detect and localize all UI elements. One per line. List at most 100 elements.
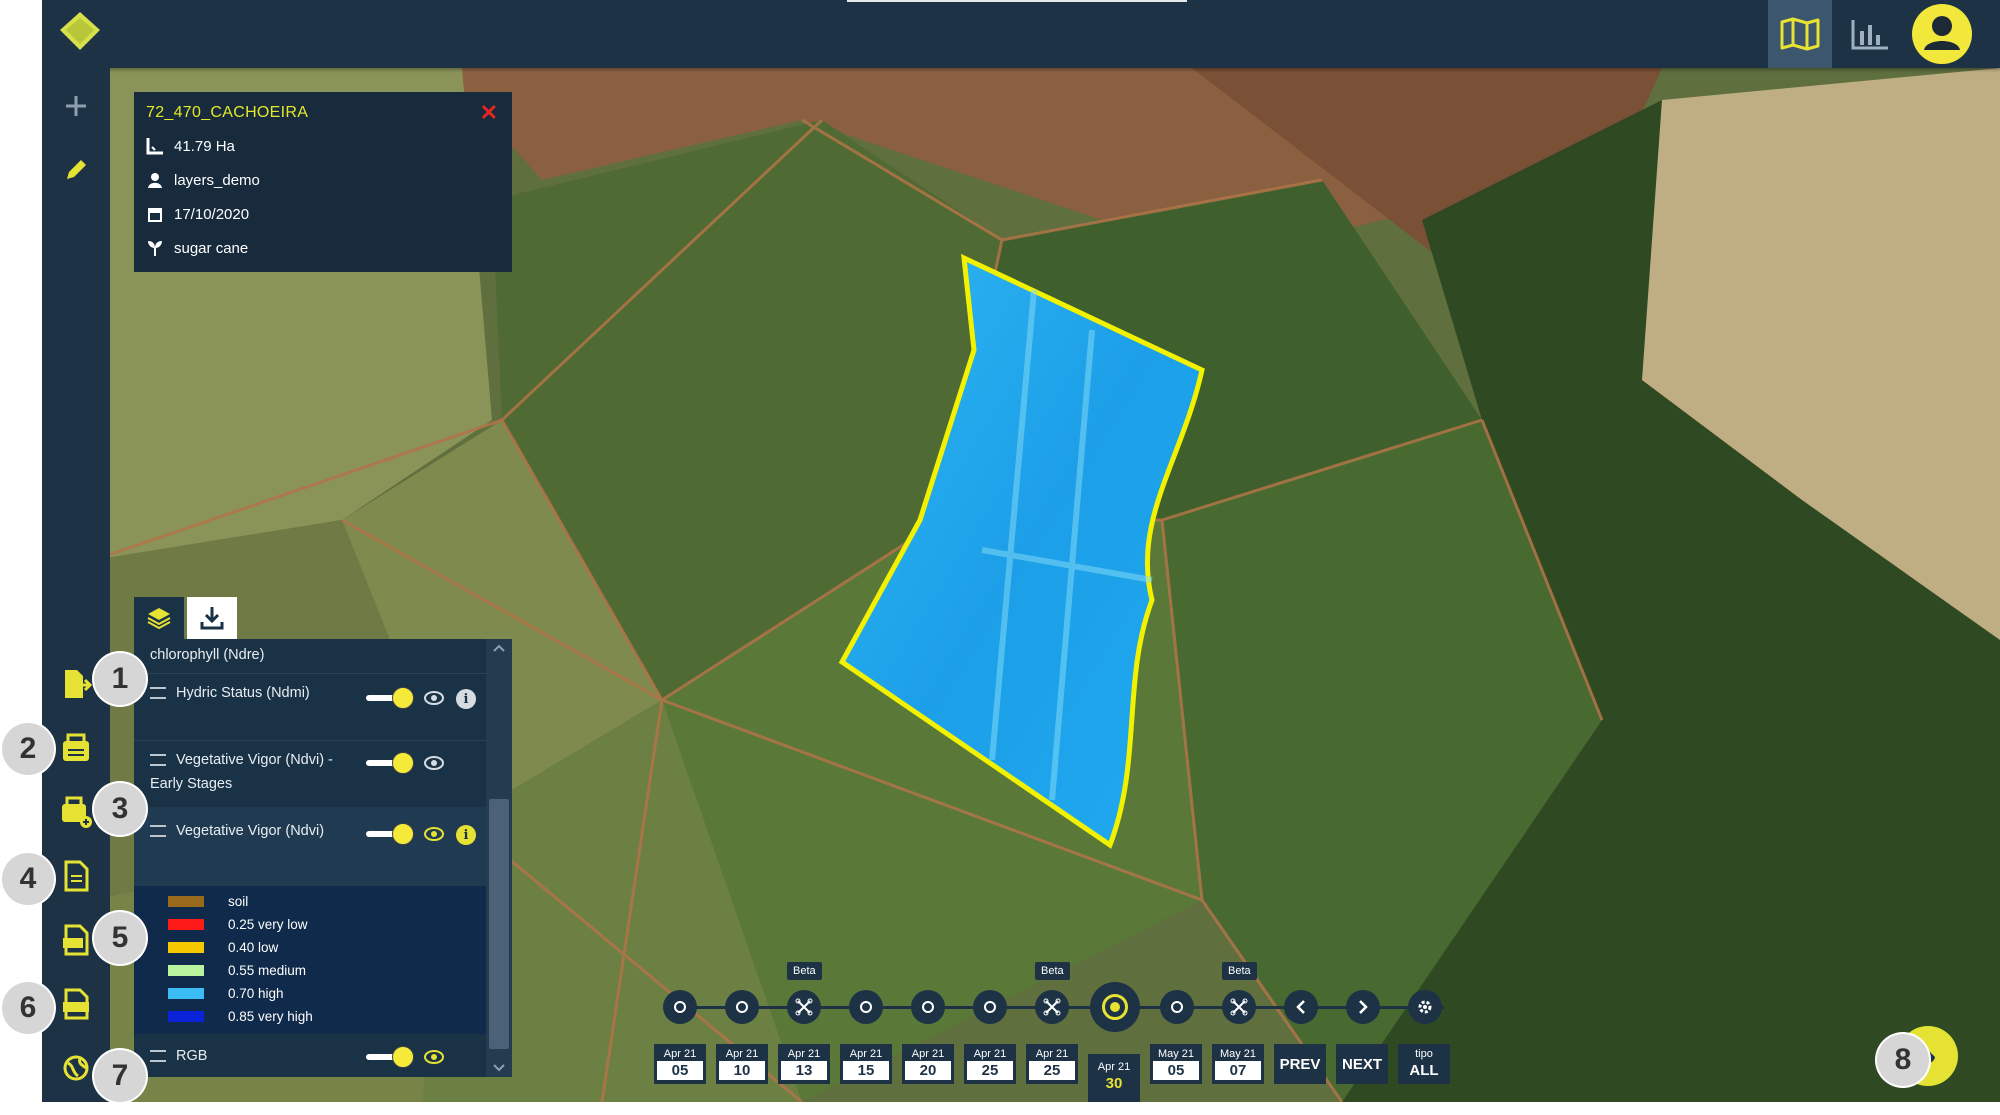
info-icon[interactable]: i	[456, 689, 476, 709]
scroll-up-icon[interactable]	[492, 643, 506, 653]
timeline-node-drone[interactable]	[787, 990, 821, 1024]
timeline-node-satellite[interactable]	[849, 990, 883, 1024]
field-area: 41.79 Ha	[174, 137, 235, 155]
tab-download[interactable]	[187, 597, 237, 639]
field-area-row: 41.79 Ha	[146, 137, 235, 155]
user-avatar-button[interactable]	[1912, 4, 1972, 64]
user-icon	[148, 173, 162, 188]
map-view-button[interactable]	[1768, 0, 1832, 68]
type-filter-button[interactable]: tipo ALL	[1398, 1044, 1450, 1084]
timeline-node-satellite[interactable]	[1160, 990, 1194, 1024]
legend-item: 0.40 low	[168, 940, 278, 955]
chevron-left-icon	[1296, 1000, 1305, 1014]
drag-handle-icon[interactable]	[150, 754, 166, 767]
timeline-settings-button[interactable]	[1408, 990, 1442, 1024]
date-tile[interactable]: Apr 21 15	[840, 1044, 892, 1084]
legend-label: 0.85 very high	[228, 1009, 313, 1024]
date-tile[interactable]: Apr 21 20	[902, 1044, 954, 1084]
drag-handle-icon[interactable]	[150, 1050, 166, 1063]
date-tile[interactable]: May 21 07	[1212, 1044, 1264, 1084]
legend-label: 0.40 low	[228, 940, 279, 955]
field-crop-row: sugar cane	[146, 239, 248, 257]
date-tile-selected[interactable]: Apr 21 30	[1088, 1054, 1140, 1102]
legend-swatch	[168, 896, 204, 907]
export-xls-button[interactable]	[52, 916, 100, 964]
beta-badge: Beta	[787, 962, 822, 980]
layer-toggle[interactable]	[366, 1046, 414, 1068]
sprout-icon	[148, 241, 162, 256]
legend-label: 0.55 medium	[228, 963, 307, 978]
layer-panel: chlorophyll (Ndre) Hydric Status (Ndmi) …	[134, 597, 512, 1077]
layer-toggle[interactable]	[366, 823, 414, 845]
info-icon[interactable]: i	[456, 825, 476, 845]
report-add-button[interactable]	[52, 788, 100, 836]
legend-swatch	[168, 965, 204, 976]
eye-icon[interactable]	[424, 1050, 444, 1064]
layer-toggle[interactable]	[366, 752, 414, 774]
app-logo-icon[interactable]	[58, 10, 102, 54]
layer-item-hydric-status[interactable]: Hydric Status (Ndmi) i	[134, 673, 486, 741]
layer-name: Vegetative Vigor (Ndvi)	[150, 819, 360, 843]
document-button[interactable]	[52, 852, 100, 900]
json-icon	[63, 988, 89, 1020]
globe-button[interactable]	[52, 1044, 100, 1092]
layer-item-vigor-early[interactable]: Vegetative Vigor (Ndvi) - Early Stages	[134, 740, 486, 808]
export-json-button[interactable]	[52, 980, 100, 1028]
callout-badge-6: 6	[2, 982, 54, 1034]
export-file-button[interactable]	[52, 660, 100, 708]
legend-label: soil	[228, 894, 249, 909]
plus-icon	[66, 96, 86, 116]
legend-item: 0.85 very high	[168, 1009, 313, 1024]
report-button[interactable]	[52, 724, 100, 772]
timeline-node-satellite[interactable]	[725, 990, 759, 1024]
date-tile[interactable]: May 21 05	[1150, 1044, 1202, 1084]
layer-list: chlorophyll (Ndre) Hydric Status (Ndmi) …	[134, 639, 512, 1077]
layer-item-partial[interactable]: chlorophyll (Ndre)	[134, 639, 486, 674]
add-field-button[interactable]	[52, 82, 100, 130]
timeline-node-satellite[interactable]	[973, 990, 1007, 1024]
timeline-node-drone[interactable]	[1035, 990, 1069, 1024]
layer-name: chlorophyll (Ndre)	[150, 647, 265, 663]
area-icon	[146, 138, 163, 155]
layer-item-rgb[interactable]: RGB	[134, 1034, 486, 1077]
beta-badge: Beta	[1222, 962, 1257, 980]
layer-label: RGB	[176, 1048, 208, 1064]
timeline-node-satellite[interactable]	[911, 990, 945, 1024]
edit-field-button[interactable]	[52, 146, 100, 194]
scrollbar-thumb[interactable]	[489, 799, 509, 1049]
eye-icon[interactable]	[424, 691, 444, 705]
scroll-down-icon[interactable]	[492, 1063, 506, 1073]
prev-button[interactable]: PREV	[1274, 1044, 1326, 1084]
field-title: 72_470_CACHOEIRA	[146, 104, 309, 121]
timeline-node-satellite[interactable]	[663, 990, 697, 1024]
callout-badge-3: 3	[94, 783, 146, 835]
beta-badge: Beta	[1035, 962, 1070, 980]
next-arrow-button[interactable]	[1346, 990, 1380, 1024]
drag-handle-icon[interactable]	[150, 687, 166, 700]
next-button[interactable]: NEXT	[1336, 1044, 1388, 1084]
drag-handle-icon[interactable]	[150, 825, 166, 838]
field-crop: sugar cane	[174, 239, 249, 257]
date-tile[interactable]: Apr 21 13	[778, 1044, 830, 1084]
layer-item-vigor[interactable]: Vegetative Vigor (Ndvi) i	[134, 807, 486, 887]
map-icon	[1780, 17, 1820, 51]
timeline-node-drone[interactable]	[1222, 990, 1256, 1024]
timeline-node-selected[interactable]	[1090, 982, 1140, 1032]
field-info-panel: 72_470_CACHOEIRA ✕ 41.79 Ha layers_demo …	[134, 92, 512, 272]
tab-layers[interactable]	[134, 597, 184, 639]
close-icon[interactable]: ✕	[480, 100, 498, 126]
eye-icon[interactable]	[424, 756, 444, 770]
date-tile[interactable]: Apr 21 05	[654, 1044, 706, 1084]
date-tile[interactable]: Apr 21 10	[716, 1044, 768, 1084]
report-add-icon	[62, 796, 92, 828]
legend-label: 0.25 very low	[228, 917, 308, 932]
date-tile[interactable]: Apr 21 25	[1026, 1044, 1078, 1084]
layer-toggle[interactable]	[366, 687, 414, 709]
prev-arrow-button[interactable]	[1284, 990, 1318, 1024]
date-tile[interactable]: Apr 21 25	[964, 1044, 1016, 1084]
legend-swatch	[168, 988, 204, 999]
file-export-icon	[65, 670, 93, 698]
eye-icon[interactable]	[424, 827, 444, 841]
analytics-button[interactable]	[1838, 0, 1902, 68]
legend-swatch	[168, 919, 204, 930]
